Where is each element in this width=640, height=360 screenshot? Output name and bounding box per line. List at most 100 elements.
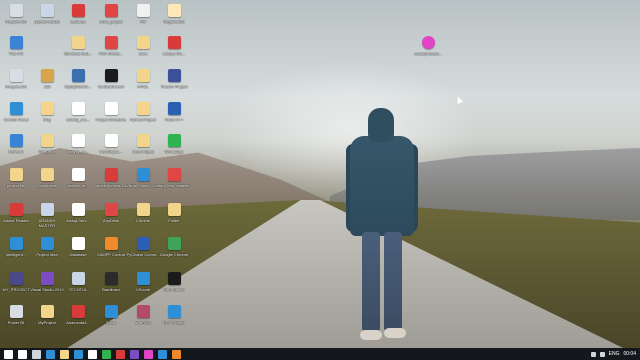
start-icon[interactable] <box>4 349 13 359</box>
desktop-icon[interactable]: blog <box>31 102 63 136</box>
volume-icon[interactable] <box>599 351 605 357</box>
desktop-icon[interactable]: TECHTUL <box>62 272 94 306</box>
desktop-icon[interactable]: CarDashboard <box>95 69 127 103</box>
app7-icon[interactable] <box>130 349 139 359</box>
desktop-icon[interactable]: Anaconda3... <box>62 305 94 339</box>
desktop-icon-label: CarDashboard <box>97 84 124 89</box>
app-icon <box>104 203 118 216</box>
desktop-icon-label: Google Chrome <box>159 252 189 257</box>
desktop-icon[interactable]: Turbo C++ <box>158 102 190 136</box>
app-icon <box>40 69 54 82</box>
desktop-icon[interactable]: Registration <box>158 4 190 38</box>
desktop-icon[interactable]: Folder <box>158 203 190 237</box>
app2-icon[interactable] <box>60 349 69 359</box>
desktop-icon[interactable]: activity_m... <box>62 134 94 168</box>
app8-icon[interactable] <box>144 349 153 359</box>
search-icon[interactable] <box>18 349 27 359</box>
app-icon <box>104 69 118 82</box>
desktop-icon[interactable]: Library Fin... <box>158 36 190 70</box>
desktop-icon-label: OneDrive <box>38 149 56 154</box>
desktop-icon[interactable]: AnyDesk <box>95 203 127 237</box>
desktop-icon[interactable]: Project Idea <box>31 237 63 271</box>
desktop-icon[interactable]: Lectures <box>62 4 94 38</box>
desktop-icon[interactable]: Java Project <box>127 134 159 168</box>
desktop-icon-extra[interactable]: uccasprocess... <box>412 36 444 70</box>
desktop-icon[interactable]: WhatsApp <box>158 134 190 168</box>
desktop-icon-label: Turbo C++ <box>164 117 184 122</box>
desktop-icon[interactable]: Google Chrome <box>158 237 190 271</box>
desktop-icon[interactable]: activity_ma... <box>62 102 94 136</box>
desktop-icon-label: Network <box>8 149 24 154</box>
desktop-icon[interactable]: Power BI <box>0 305 32 339</box>
desktop-icon[interactable]: OneDrive <box>31 134 63 168</box>
desktop-icon[interactable]: Control Panel <box>0 102 32 136</box>
desktop-icon[interactable]: project file <box>0 168 32 202</box>
desktop-icon[interactable]: Downloads <box>31 168 63 202</box>
desktop-icon[interactable]: WinRAR <box>127 305 159 339</box>
desktop-icon[interactable]: PDF-Relate... <box>95 36 127 70</box>
app-icon <box>167 134 181 147</box>
app-icon <box>104 102 118 115</box>
desktop-icon[interactable]: OBS Studio <box>158 272 190 306</box>
language-indicator[interactable]: ENG <box>609 351 620 357</box>
desktop-icon[interactable]: Adobe Reader <box>0 203 32 237</box>
desktop-icon[interactable]: MY_PROJECT <box>0 272 32 306</box>
desktop-icon-label: Folder <box>168 218 180 223</box>
app10-icon[interactable] <box>172 349 181 359</box>
app-icon <box>167 237 181 250</box>
desktop-icon-label: Zoom <box>105 320 117 325</box>
desktop-icon[interactable]: PHP Project <box>158 305 190 339</box>
desktop-icon[interactable]: Project Schedule <box>95 102 127 136</box>
desktop-icon-label: Control Panel <box>3 117 29 122</box>
desktop-icon[interactable]: Chrome <box>127 203 159 237</box>
desktop-icon[interactable]: PanSlaptic... <box>95 134 127 168</box>
app5-icon[interactable] <box>102 349 111 359</box>
desktop-icon-label: Visual Studio Code <box>126 183 160 188</box>
desktop-icon[interactable]: AnyDesk Installer <box>158 168 190 202</box>
desktop-icon[interactable]: Adobe Acrobat DC <box>94 168 128 202</box>
desktop-icon-label: AnyDesk <box>102 218 119 223</box>
desktop-icon[interactable]: Network <box>0 134 32 168</box>
clock[interactable]: 00:04 <box>623 351 636 357</box>
desktop-icon[interactable]: Recycle Bin <box>0 69 32 103</box>
desktop-icon[interactable]: Visual Studio Code <box>126 168 160 202</box>
desktop-icon[interactable]: Intelligent... <box>0 237 32 271</box>
desktop-icon[interactable]: Mssql-Serv... <box>62 203 94 237</box>
desktop-icon-label: Windows Sub... <box>64 51 92 56</box>
desktop-icon[interactable]: activity_m... <box>62 168 94 202</box>
desktop-icon[interactable]: Tracker Project <box>158 69 190 103</box>
desktop-icon[interactable]: Windows Sub... <box>62 36 94 70</box>
desktop-icon-label: Registration <box>163 19 185 24</box>
desktop-icon[interactable]: 123 <box>31 69 63 103</box>
desktop-icon[interactable]: Pdf <box>127 4 159 38</box>
desktop-icon[interactable]: This PC <box>0 36 32 70</box>
desktop-icon[interactable]: project-related <box>31 4 63 38</box>
app9-icon[interactable] <box>158 349 167 359</box>
taskbar-icon-strip <box>0 349 181 359</box>
app6-icon[interactable] <box>116 349 125 359</box>
desktop-icon[interactable]: ARANSH MASTER <box>31 203 63 237</box>
desktop-icon[interactable]: PyCharm Comm... <box>127 237 159 271</box>
desktop-icon[interactable]: Recycle Bin <box>0 4 32 38</box>
desktop-icon[interactable]: XAMPP Control <box>95 237 127 271</box>
taskbar: ENG 00:04 <box>0 348 640 360</box>
desktop-icon[interactable]: MyProject <box>31 305 63 339</box>
desktop-icon-label: Visual Studio 2019 <box>30 287 64 292</box>
app3-icon[interactable] <box>74 349 83 359</box>
task-view-icon[interactable] <box>32 349 41 359</box>
desktop-icon[interactable]: VScode <box>127 272 159 306</box>
app1-icon[interactable] <box>46 349 55 359</box>
desktop-icon[interactable]: Java <box>127 36 159 70</box>
app-icon <box>167 203 181 216</box>
desktop-icon[interactable]: word_project <box>95 4 127 38</box>
desktop-icon[interactable]: MySqlWebCl... <box>62 69 94 103</box>
desktop-icon[interactable]: Visual Studio 2019 <box>30 272 64 306</box>
desktop-icon[interactable]: Python Project <box>127 102 159 136</box>
desktop-icon[interactable]: Zoom <box>95 305 127 339</box>
desktop-icon[interactable]: Database <box>62 237 94 271</box>
app4-icon[interactable] <box>88 349 97 359</box>
desktop-icon[interactable]: HTML <box>127 69 159 103</box>
app-icon <box>71 203 85 216</box>
network-icon[interactable] <box>590 351 596 357</box>
desktop-icon[interactable]: Bandicam <box>95 272 127 306</box>
